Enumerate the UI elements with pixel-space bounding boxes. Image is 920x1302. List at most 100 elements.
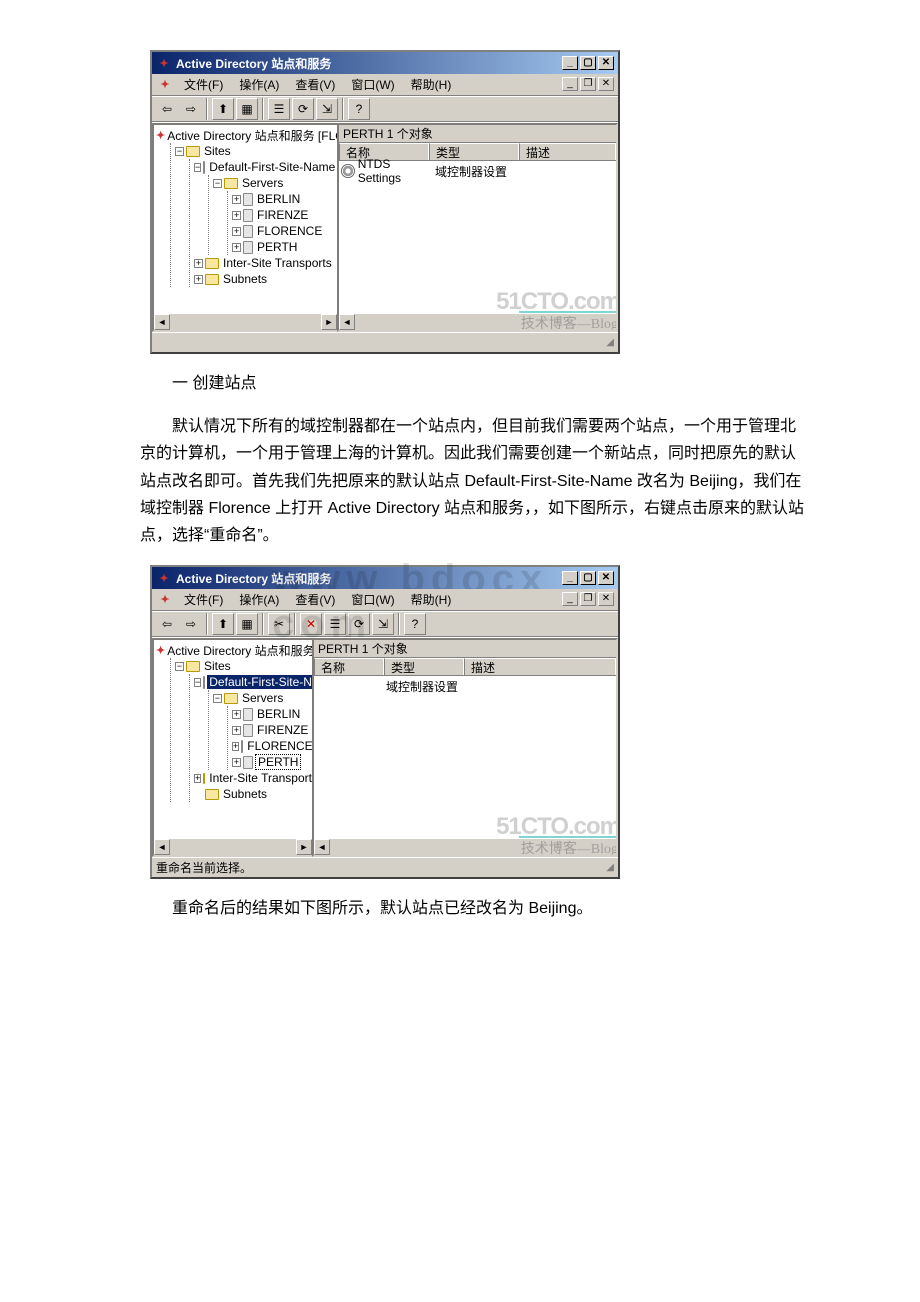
node-ist[interactable]: Inter-Site Transports [207,771,312,785]
expand-icon[interactable]: + [232,195,241,204]
expand-icon[interactable]: − [213,694,222,703]
node-default-site[interactable]: Default-First-Site-Name [207,160,337,174]
h-scrollbar[interactable]: ◄ ► [154,839,312,855]
mdi-restore-button[interactable]: ❐ [580,77,596,91]
col-desc[interactable]: 描述 [464,658,616,675]
expand-icon[interactable]: + [232,211,241,220]
mdi-close-button[interactable]: ✕ [598,77,614,91]
mdi-close-button[interactable]: ✕ [598,592,614,606]
expand-icon[interactable]: + [232,710,241,719]
expand-icon[interactable]: + [232,758,241,767]
node-berlin[interactable]: BERLIN [255,192,302,206]
show-hide-button[interactable]: ▦ [236,613,258,635]
expand-icon[interactable]: + [232,726,241,735]
scroll-right-button[interactable]: ► [321,314,337,330]
mdi-min-button[interactable]: _ [562,77,578,91]
col-name[interactable]: 名称 [314,658,384,675]
menu-window[interactable]: 窗口(W) [345,74,400,95]
expand-icon[interactable]: + [194,774,201,783]
node-perth[interactable]: PERTH [255,240,299,254]
scroll-left-button[interactable]: ◄ [339,314,355,330]
mdi-min-button[interactable]: _ [562,592,578,606]
menu-action[interactable]: 操作(A) [233,589,285,610]
show-hide-button[interactable]: ▦ [236,98,258,120]
path-header: PERTH 1 个对象 [339,125,616,143]
node-default-site-selected[interactable]: Default-First-Site-Name [207,675,312,689]
export-button[interactable]: ⇲ [316,98,338,120]
node-servers[interactable]: Servers [240,176,285,190]
refresh-button[interactable]: ⟳ [292,98,314,120]
node-sites[interactable]: Sites [202,144,233,158]
forward-button[interactable]: ⇨ [180,613,202,635]
back-button[interactable]: ⇦ [156,613,178,635]
statusbar: ◢ [152,332,618,352]
menu-file[interactable]: 文件(F) [178,589,229,610]
node-servers[interactable]: Servers [240,691,285,705]
expand-icon[interactable]: + [194,259,203,268]
list-row[interactable]: 域控制器设置 [316,678,614,694]
size-grip[interactable]: ◢ [606,337,614,348]
tree[interactable]: ✦Active Directory 站点和服务 [FLOR −Sites −De… [154,125,337,330]
node-berlin[interactable]: BERLIN [255,707,302,721]
list-row[interactable]: NTDS Settings 域控制器设置 [341,163,614,179]
up-button[interactable]: ⬆ [212,98,234,120]
menu-file[interactable]: 文件(F) [178,74,229,95]
tree[interactable]: ✦Active Directory 站点和服务 [FLOR −Sites −De… [154,640,312,855]
menu-view[interactable]: 查看(V) [289,589,341,610]
node-firenze[interactable]: FIRENZE [255,723,310,737]
titlebar[interactable]: ✦ Active Directory 站点和服务 _ ▢ ✕ [152,52,618,74]
server-icon [243,756,253,769]
mdi-restore-button[interactable]: ❐ [580,592,596,606]
col-type[interactable]: 类型 [429,143,519,160]
menu-action[interactable]: 操作(A) [233,74,285,95]
path-header: PERTH 1 个对象 [314,640,616,658]
titlebar[interactable]: ✦ Active Directory 站点和服务 www bdocx com _… [152,567,618,589]
section-heading: 一 创建站点 [140,370,810,397]
expand-icon[interactable]: − [194,678,201,687]
scroll-right-button[interactable]: ► [296,839,312,855]
h-scrollbar[interactable]: ◄ ► [154,314,337,330]
maximize-button[interactable]: ▢ [580,56,596,70]
menu-window[interactable]: 窗口(W) [345,589,400,610]
site-icon [203,161,205,174]
forward-button[interactable]: ⇨ [180,98,202,120]
status-text: 重命名当前选择。 [156,859,252,876]
node-subnets[interactable]: Subnets [221,787,269,801]
tree-root[interactable]: Active Directory 站点和服务 [FLOR [165,642,312,659]
node-sites[interactable]: Sites [202,659,233,673]
expand-icon[interactable]: − [213,179,222,188]
node-florence[interactable]: FLORENCE [255,224,324,238]
scroll-left-button[interactable]: ◄ [154,314,170,330]
size-grip[interactable]: ◢ [606,862,614,873]
expand-icon[interactable]: + [232,243,241,252]
scroll-left-button[interactable]: ◄ [154,839,170,855]
node-florence[interactable]: FLORENCE [245,739,312,753]
scroll-left-button[interactable]: ◄ [314,839,330,855]
back-button[interactable]: ⇦ [156,98,178,120]
col-type[interactable]: 类型 [384,658,464,675]
expand-icon[interactable]: + [232,742,239,751]
node-perth[interactable]: PERTH [255,754,301,770]
up-button[interactable]: ⬆ [212,613,234,635]
tree-root[interactable]: Active Directory 站点和服务 [FLOR [165,127,337,144]
node-ist[interactable]: Inter-Site Transports [221,256,334,270]
properties-button[interactable]: ☰ [268,98,290,120]
help-button[interactable]: ? [348,98,370,120]
menu-help[interactable]: 帮助(H) [405,589,458,610]
expand-icon[interactable]: − [194,163,201,172]
h-scrollbar[interactable]: ◄ [339,314,616,330]
expand-icon[interactable]: − [175,662,184,671]
expand-icon[interactable]: + [232,227,241,236]
column-headers[interactable]: 名称 类型 描述 [314,658,616,676]
node-firenze[interactable]: FIRENZE [255,208,310,222]
node-subnets[interactable]: Subnets [221,272,269,286]
col-desc[interactable]: 描述 [519,143,616,160]
close-button[interactable]: ✕ [598,56,614,70]
expand-icon[interactable]: + [194,275,203,284]
h-scrollbar[interactable]: ◄ [314,839,616,855]
expand-icon[interactable]: − [175,147,184,156]
menubar: ✦ 文件(F) 操作(A) 查看(V) 窗口(W) 帮助(H) _ ❐ ✕ [152,74,618,96]
minimize-button[interactable]: _ [562,56,578,70]
menu-view[interactable]: 查看(V) [289,74,341,95]
menu-help[interactable]: 帮助(H) [405,74,458,95]
